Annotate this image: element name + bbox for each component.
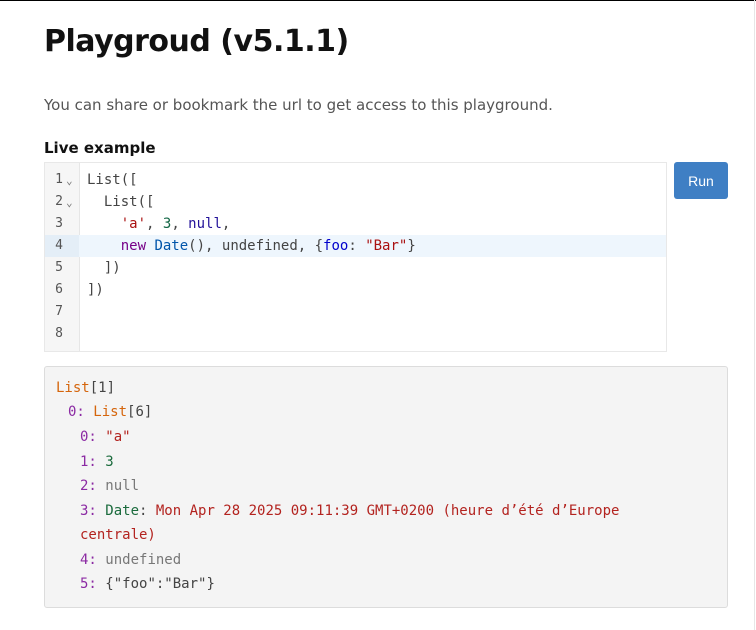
code-punctuation: , [221, 216, 231, 232]
page-title: Playgroud (v5.1.1) [44, 24, 349, 59]
output-line: 1: 3 [80, 450, 114, 474]
code-atom: null [188, 216, 222, 232]
output-value: centrale) [80, 527, 156, 543]
output-line: 0: "a" [80, 425, 131, 449]
output-text: [1] [89, 380, 116, 396]
output-type: List [93, 404, 128, 420]
output-type: List [56, 380, 90, 396]
code-punctuation: , [146, 216, 163, 232]
output-value: null [105, 478, 140, 494]
code-keyword: new [120, 238, 147, 254]
code-punctuation: , { [297, 238, 324, 254]
code-token: ]) [87, 260, 121, 276]
output-key: 4: [80, 552, 106, 568]
run-button[interactable]: Run [674, 162, 728, 199]
output-key: 1: [80, 454, 106, 470]
line-number: 4 [55, 238, 63, 253]
code-punctuation: , [171, 216, 189, 232]
fold-chevron-icon[interactable]: ⌄ [66, 170, 73, 192]
output-line: 5: {"foo":"Bar"} [80, 572, 215, 596]
line-number: 8 [55, 326, 63, 341]
editor-line-6[interactable]: 6 ]) [45, 279, 666, 301]
line-number: 1 [55, 172, 63, 187]
editor-line-5[interactable]: 5 ]) [45, 257, 666, 279]
output-value: "a" [105, 429, 131, 445]
output-key: 0: [80, 429, 106, 445]
code-punctuation: (), [188, 238, 222, 254]
line-number: 5 [55, 260, 63, 275]
output-line: 4: undefined [80, 548, 181, 572]
output-line: 2: null [80, 474, 139, 498]
output-value: {"foo":"Bar"} [105, 576, 215, 592]
code-token: ]) [87, 282, 104, 298]
code-editor[interactable]: 1 ⌄ List([ 2 ⌄ List([ 3 'a', 3, null, 4 … [44, 162, 667, 352]
editor-line-2[interactable]: 2 ⌄ List([ [45, 191, 666, 213]
output-line: 0: List[6] [68, 400, 152, 424]
line-number: 3 [55, 216, 63, 231]
code-variable: Date [154, 238, 189, 254]
output-key: 5: [80, 576, 106, 592]
output-value: Mon Apr 28 2025 09:11:39 GMT+0200 (heure… [155, 503, 620, 519]
editor-line-1[interactable]: 1 ⌄ List([ [45, 169, 666, 191]
editor-line-3[interactable]: 3 'a', 3, null, [45, 213, 666, 235]
editor-line-8[interactable]: 8 [45, 323, 666, 345]
output-key: 3: [80, 503, 106, 519]
code-string: 'a' [120, 216, 147, 232]
editor-line-7[interactable]: 7 [45, 301, 666, 323]
section-label-live-example: Live example [44, 139, 156, 157]
code-token: List([ [87, 172, 138, 188]
output-value: undefined [105, 552, 182, 568]
code-token: List([ [87, 194, 155, 210]
scrollbar-track[interactable] [754, 0, 755, 630]
code-property: foo [323, 238, 349, 254]
line-number: 7 [55, 304, 63, 319]
line-number: 6 [55, 282, 63, 297]
output-line: List[1] [56, 376, 115, 400]
output-line: 3: Date: Mon Apr 28 2025 09:11:39 GMT+02… [80, 499, 619, 523]
output-key: 0: [68, 404, 94, 420]
editor-line-4-active[interactable]: 4 new Date(), undefined, {foo: "Bar"} [45, 235, 666, 257]
page-subtitle: You can share or bookmark the url to get… [44, 96, 553, 114]
output-text: [6] [127, 404, 153, 420]
fold-chevron-icon[interactable]: ⌄ [66, 192, 73, 214]
code-punctuation: } [407, 238, 416, 254]
output-line: centrale) [80, 523, 156, 547]
output-key: 2: [80, 478, 106, 494]
code-string: "Bar" [365, 238, 408, 254]
code-undefined: undefined [221, 238, 298, 254]
output-panel: List[1] 0: List[6] 0: "a" 1: 3 2: null 3… [44, 366, 728, 608]
top-border [0, 0, 756, 1]
output-value: 3 [105, 454, 114, 470]
output-type-date: Date [105, 503, 140, 519]
output-text: : [139, 503, 156, 519]
code-punctuation: : [348, 238, 366, 254]
line-number: 2 [55, 194, 63, 209]
